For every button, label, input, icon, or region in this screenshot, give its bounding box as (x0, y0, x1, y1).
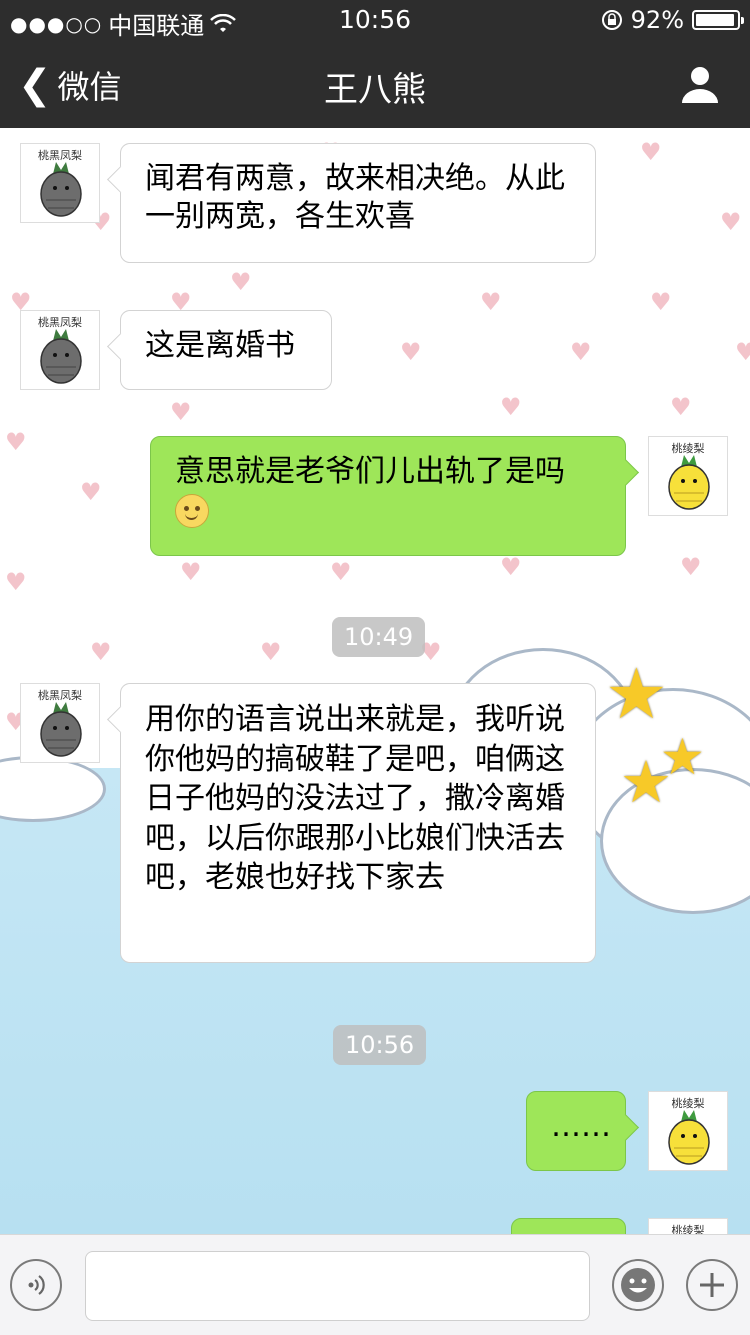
chat-title: 王八熊 (324, 70, 426, 110)
message-bubble[interactable]: 闻君有两意，故来相决绝。从此一别两宽，各生欢喜 (120, 143, 596, 263)
contact-avatar[interactable]: 桃黑凤梨 (20, 310, 100, 390)
heart-decoration: ♥ (170, 398, 192, 426)
more-button[interactable] (686, 1259, 738, 1311)
pineapple-icon (40, 702, 82, 757)
emoji-button[interactable] (612, 1259, 664, 1311)
heart-decoration: ♥ (640, 138, 662, 166)
message-bubble[interactable]: 用你的语言说出来就是，我听说你他妈的搞破鞋了是吧，咱俩这日子他妈的没法过了，撒冷… (120, 683, 596, 963)
nav-bar: ❮ 微信 王八熊 (0, 40, 750, 128)
heart-decoration: ♥ (180, 558, 202, 586)
heart-decoration: ♥ (5, 428, 27, 456)
battery-percent: 92% (630, 6, 684, 34)
contact-avatar[interactable]: 桃黑凤梨 (20, 143, 100, 223)
input-bar (0, 1234, 750, 1335)
heart-decoration: ♥ (720, 208, 742, 236)
avatar-caption: 桃绫梨 (671, 1224, 705, 1234)
profile-icon[interactable] (680, 64, 720, 104)
message-input[interactable] (85, 1251, 590, 1321)
timestamp: 10:56 (333, 1025, 427, 1065)
pineapple-icon (668, 1110, 710, 1165)
heart-decoration: ♥ (230, 268, 252, 296)
smiley-icon (621, 1268, 655, 1302)
heart-decoration: ♥ (5, 568, 27, 596)
heart-decoration: ♥ (480, 288, 502, 316)
heart-decoration: ♥ (735, 338, 750, 366)
plus-icon (700, 1273, 724, 1297)
message-bubble[interactable]: 意思就是老爷们儿出轨了是吗 (150, 436, 626, 556)
message-text: 这是离婚书 (145, 328, 295, 363)
heart-decoration: ♥ (400, 338, 422, 366)
my-avatar[interactable]: 桃绫梨 (648, 436, 728, 516)
heart-decoration: ♥ (90, 638, 112, 666)
contact-avatar[interactable]: 桃黑凤梨 (20, 683, 100, 763)
heart-decoration: ♥ (670, 393, 692, 421)
battery-icon (692, 10, 744, 30)
star-decoration: ★ (605, 653, 668, 735)
my-avatar[interactable]: 桃绫梨 (648, 1091, 728, 1171)
message-text: 意思就是老爷们儿出轨了是吗 (175, 454, 565, 489)
pineapple-icon (668, 455, 710, 510)
voice-icon (28, 1275, 45, 1295)
my-avatar[interactable]: 桃绫梨 (648, 1218, 728, 1234)
pineapple-icon (40, 162, 82, 217)
heart-decoration: ♥ (80, 478, 102, 506)
message-bubble[interactable]: 这是离婚书 (120, 310, 332, 390)
chat-area[interactable]: ♥ ♥ ♥ ♥ ♥ ♥ ♥ ♥ ♥ ♥ ♥ ♥ ♥ ♥ ♥ ♥ ♥ ♥ ♥ ♥ … (0, 128, 750, 1234)
smile-emoji-icon (175, 493, 209, 528)
status-right: 92% (601, 6, 744, 34)
cloud-decoration (0, 756, 106, 822)
heart-decoration: ♥ (680, 553, 702, 581)
heart-decoration: ♥ (570, 338, 592, 366)
status-bar: ●●●○○ 中国联通 10:56 92% (0, 0, 750, 40)
message-bubble[interactable]: …… (526, 1091, 626, 1171)
heart-decoration: ♥ (650, 288, 672, 316)
star-decoration: ★ (620, 748, 672, 816)
heart-decoration: ♥ (330, 558, 352, 586)
rotation-lock-icon (601, 10, 622, 30)
heart-decoration: ♥ (500, 393, 522, 421)
voice-button[interactable] (10, 1259, 62, 1311)
message-text: 用你的语言说出来就是，我听说你他妈的搞破鞋了是吧，咱俩这日子他妈的没法过了，撒冷… (145, 702, 565, 895)
pineapple-icon (40, 329, 82, 384)
message-bubble-partial[interactable] (511, 1218, 626, 1234)
heart-decoration: ♥ (260, 638, 282, 666)
heart-decoration: ♥ (500, 553, 522, 581)
timestamp: 10:49 (332, 617, 426, 657)
message-text: 闻君有两意，故来相决绝。从此一别两宽，各生欢喜 (145, 161, 565, 234)
message-text: …… (551, 1109, 611, 1144)
